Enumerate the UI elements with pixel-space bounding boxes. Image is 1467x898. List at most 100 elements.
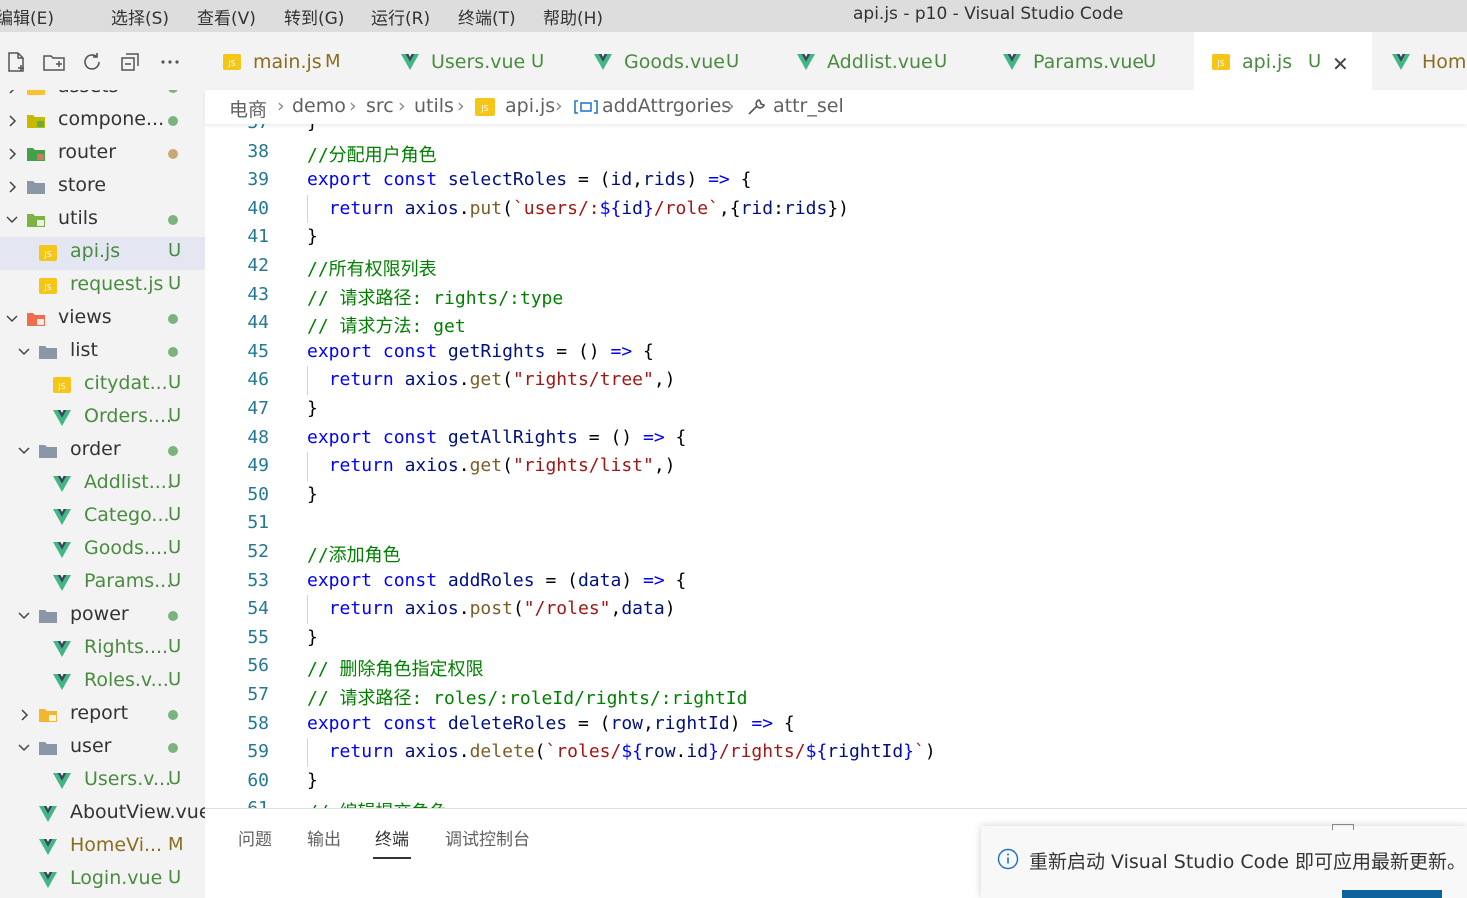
tab-goods-vue[interactable]: Goods.vue U <box>576 32 778 90</box>
code-text: export const getRights = () => { <box>307 340 654 362</box>
chevron-down-icon[interactable] <box>4 211 20 229</box>
vue-file-icon <box>401 54 419 70</box>
breadcrumb-item[interactable]: attr_sel <box>773 95 844 117</box>
close-icon[interactable]: ✕ <box>1332 52 1349 76</box>
refresh-icon[interactable] <box>80 50 104 74</box>
tree-file-item[interactable]: Orders.... U <box>0 402 205 435</box>
tree-file-item[interactable]: JS api.js U <box>0 237 205 270</box>
tree-file-item[interactable]: Addlist.... U <box>0 468 205 501</box>
wrench-icon <box>748 99 765 115</box>
collapse-all-icon[interactable] <box>118 50 142 74</box>
folder-views-icon <box>27 313 45 326</box>
tab-addlist-vue[interactable]: Addlist.vue U <box>779 32 984 90</box>
tree-file-item[interactable]: AboutView.vue <box>0 798 205 831</box>
notification-settings-icon[interactable] <box>1332 824 1354 830</box>
tree-file-item[interactable]: JS request.js U <box>0 270 205 303</box>
tree-folder-item[interactable]: list <box>0 336 205 369</box>
tab-problems[interactable]: 问题 <box>238 825 272 850</box>
tree-folder-item[interactable]: router <box>0 138 205 171</box>
code-editor[interactable]: 37} 38 //分配用户角色 39 export const selectRoles … <box>205 124 1467 808</box>
tree-folder-item[interactable]: power <box>0 600 205 633</box>
chevron-down-icon[interactable] <box>16 343 32 361</box>
line-number: 60 <box>247 769 269 791</box>
menu-edit[interactable]: 编辑(E) <box>0 4 54 29</box>
code-text: } <box>307 226 318 248</box>
tab-terminal[interactable]: 终端 <box>375 825 409 850</box>
code-text: export const selectRoles = (id,rids) => … <box>307 169 752 191</box>
tree-folder-item[interactable]: compone... <box>0 105 205 138</box>
tree-folder-item[interactable]: store <box>0 171 205 204</box>
tree-item-label: views <box>58 306 112 328</box>
menu-terminal[interactable]: 终端(T) <box>458 4 516 29</box>
code-text: return axios.get("rights/list",) <box>328 455 676 477</box>
untracked-badge: U <box>168 867 182 888</box>
code-text: // 请求路径: rights/:type <box>307 287 564 309</box>
code-text: // 请求路径: roles/:roleId/rights/:rightId <box>307 688 748 709</box>
code-line: 50} <box>205 481 1467 510</box>
tab-main-js[interactable]: JS main.js M <box>205 32 382 90</box>
update-notification: 重新启动 Visual Studio Code 即可应用最新更新。 <box>981 824 1467 898</box>
chevron-down-icon[interactable] <box>4 310 20 328</box>
tab-api-js[interactable]: JS api.js U ✕ <box>1194 32 1372 90</box>
chevron-right-icon[interactable] <box>16 706 32 724</box>
chevron-right-icon[interactable] <box>4 178 20 196</box>
menu-help[interactable]: 帮助(H) <box>543 4 603 29</box>
tab-output[interactable]: 输出 <box>307 825 341 850</box>
tab-label: api.js <box>1242 51 1293 73</box>
untracked-badge: U <box>168 471 182 492</box>
breadcrumb-item[interactable]: 电商 <box>229 95 267 122</box>
tab-users-vue[interactable]: Users.vue U <box>383 32 575 90</box>
more-actions-icon[interactable] <box>158 50 182 74</box>
tab-debug-console[interactable]: 调试控制台 <box>445 825 530 850</box>
tree-item-label: report <box>70 702 129 724</box>
svg-text:JS: JS <box>44 283 52 292</box>
tree-file-item[interactable]: Rights.... U <box>0 633 205 666</box>
tree-file-item[interactable]: JS citydat... U <box>0 369 205 402</box>
update-now-button[interactable] <box>1342 890 1442 898</box>
chevron-down-icon[interactable] <box>16 442 32 460</box>
tree-item-label: HomeVi... <box>70 834 163 856</box>
line-number: 50 <box>247 483 269 505</box>
vue-file-icon <box>53 542 71 558</box>
folder-icon <box>39 346 57 359</box>
breadcrumb-item[interactable]: demo <box>292 95 346 117</box>
tree-folder-item[interactable]: utils <box>0 204 205 237</box>
chevron-down-icon[interactable] <box>16 607 32 625</box>
tree-file-item[interactable]: Goods.... U <box>0 534 205 567</box>
menu-selection[interactable]: 选择(S) <box>111 4 169 29</box>
tree-folder-item[interactable]: order <box>0 435 205 468</box>
tree-folder-item[interactable]: views <box>0 303 205 336</box>
code-line: 51 <box>205 509 1467 538</box>
chevron-right-icon[interactable] <box>4 145 20 163</box>
tree-file-item[interactable]: Users.v... U <box>0 765 205 798</box>
tree-folder-item[interactable]: user <box>0 732 205 765</box>
chevron-right-icon[interactable] <box>4 112 20 130</box>
code-text: } <box>307 124 318 133</box>
code-text: export const getAllRights = () => { <box>307 426 687 448</box>
tree-file-item[interactable]: Roles.v... U <box>0 666 205 699</box>
tab-params-vue[interactable]: Params.vue U <box>985 32 1193 90</box>
tab-home[interactable]: Home <box>1374 32 1467 90</box>
chevron-down-icon[interactable] <box>16 739 32 757</box>
tree-file-item[interactable]: Params... U <box>0 567 205 600</box>
code-text: return axios.delete(`roles/${row.id}/rig… <box>328 741 936 763</box>
menu-go[interactable]: 转到(G) <box>284 4 344 29</box>
tree-item-label: Roles.v... <box>84 669 169 691</box>
breadcrumb-item[interactable]: src <box>366 95 394 117</box>
tree-item-label: router <box>58 141 117 163</box>
new-folder-icon[interactable] <box>42 50 66 74</box>
tree-file-item[interactable]: Catego... U <box>0 501 205 534</box>
tree-folder-item[interactable]: report <box>0 699 205 732</box>
line-number: 53 <box>247 569 269 591</box>
menu-view[interactable]: 查看(V) <box>197 4 256 29</box>
new-file-icon[interactable] <box>4 50 28 74</box>
breadcrumb-item[interactable]: addAttrgories <box>602 95 731 117</box>
tree-file-item[interactable]: HomeVi... M <box>0 831 205 864</box>
breadcrumb-item[interactable]: utils <box>414 95 454 117</box>
breadcrumb-item[interactable]: api.js <box>505 95 555 117</box>
line-number: 59 <box>247 741 269 763</box>
code-line: 40 return axios.put(`users/:${id}/role`,… <box>205 194 1467 224</box>
tree-file-item[interactable]: Login.vue U <box>0 864 205 897</box>
menu-run[interactable]: 运行(R) <box>371 4 430 29</box>
js-file-icon: JS <box>39 245 57 261</box>
